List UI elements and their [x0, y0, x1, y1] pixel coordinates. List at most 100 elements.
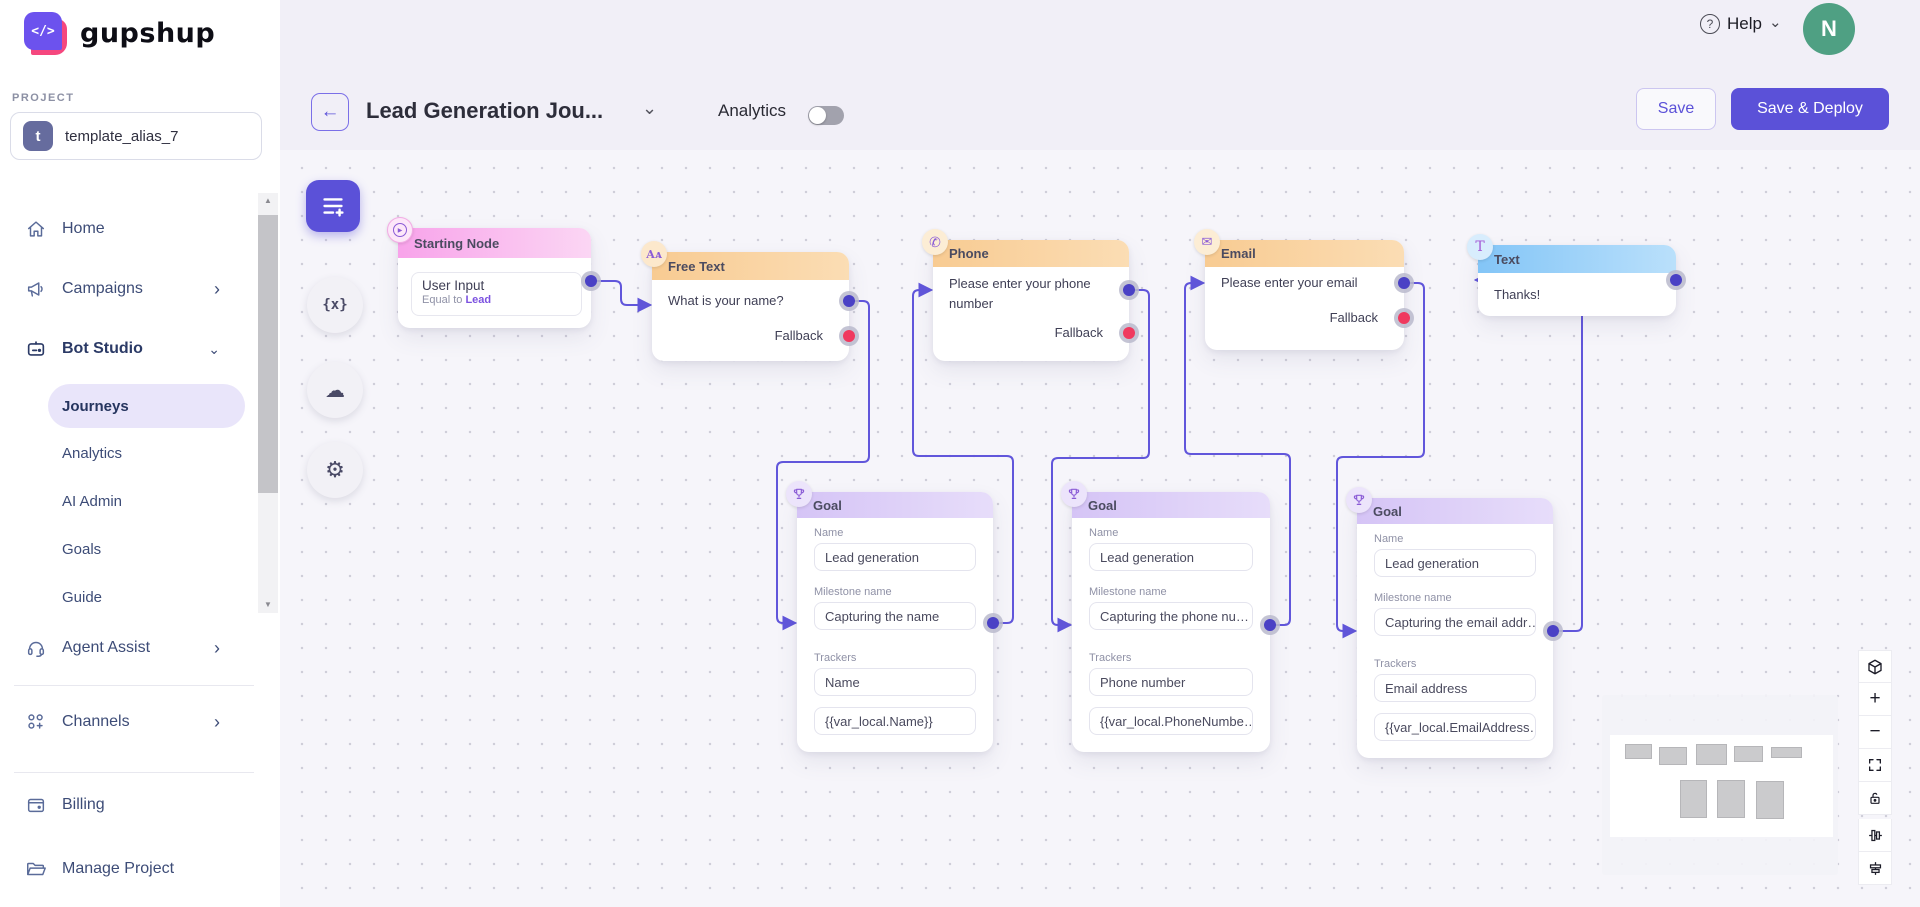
sidebar-divider: [14, 772, 254, 773]
goal-milestone-label: Milestone name: [1089, 586, 1167, 598]
title-dropdown-chevron-icon[interactable]: ⌄: [642, 98, 657, 119]
layout-horizontal-button[interactable]: [1858, 819, 1892, 852]
home-icon: [24, 217, 48, 241]
node-goal-2[interactable]: Goal Name Lead generation Milestone name…: [1061, 481, 1276, 752]
sidebar-item-manage-project[interactable]: Manage Project: [0, 847, 258, 891]
zoom-out-button[interactable]: −: [1858, 716, 1892, 749]
sidebar-item-channels[interactable]: Channels ›: [0, 700, 258, 744]
goal-tracker-input[interactable]: Name: [814, 668, 976, 696]
layout-vertical-button[interactable]: [1858, 852, 1892, 885]
output-port[interactable]: [843, 295, 855, 307]
sidebar-item-billing[interactable]: Billing: [0, 783, 258, 827]
help-menu[interactable]: ? Help ⌄: [1700, 14, 1782, 34]
goal-name-input[interactable]: Lead generation: [1374, 549, 1536, 577]
trophy-icon: [1061, 481, 1087, 507]
add-node-menu-button[interactable]: [306, 180, 360, 232]
bot-icon: [24, 337, 48, 361]
output-port[interactable]: [1264, 619, 1276, 631]
fallback-port[interactable]: [843, 330, 855, 342]
output-port[interactable]: [1547, 625, 1559, 637]
sidebar-item-home[interactable]: Home: [0, 207, 258, 251]
minimap-node-rect: [1680, 780, 1707, 818]
goal-name-input[interactable]: Lead generation: [1089, 543, 1253, 571]
condition-value: Lead: [465, 294, 492, 306]
goal-variable-input[interactable]: {{var_local.Name}}: [814, 707, 976, 735]
gupshup-logo[interactable]: </> gupshup: [24, 12, 215, 55]
goal-variable-input[interactable]: {{var_local.EmailAddress…: [1374, 713, 1536, 741]
scrollbar-thumb[interactable]: [258, 215, 278, 493]
sidebar-item-guide[interactable]: Guide: [62, 589, 102, 606]
minimap-node-rect: [1771, 747, 1802, 758]
free-text-icon: Aᴀ: [641, 241, 667, 267]
scroll-up-arrow-icon[interactable]: ▲: [258, 193, 278, 209]
node-phone[interactable]: ✆ Phone Please enter your phone number F…: [922, 229, 1135, 361]
back-button[interactable]: ←: [311, 93, 349, 131]
sidebar-item-campaigns[interactable]: Campaigns ›: [0, 267, 258, 311]
help-icon: ?: [1700, 14, 1720, 34]
app-root: </> gupshup PROJECT t template_alias_7 H…: [0, 0, 1920, 907]
gear-icon: ⚙: [325, 457, 345, 482]
sidebar-scrollbar[interactable]: ▲ ▼: [258, 193, 278, 613]
goal-milestone-input[interactable]: Capturing the email addr…: [1374, 608, 1536, 636]
goal-milestone-input[interactable]: Capturing the name: [814, 602, 976, 630]
goal-milestone-label: Milestone name: [1374, 592, 1452, 604]
settings-button[interactable]: ⚙: [307, 442, 363, 498]
project-avatar: t: [23, 121, 53, 151]
integrations-button[interactable]: ☁: [307, 362, 363, 418]
node-title: Phone: [933, 240, 1129, 267]
sidebar-item-ai-admin[interactable]: AI Admin: [62, 493, 122, 510]
node-starting[interactable]: ▶ Starting Node User Input Equal to Lead: [387, 217, 597, 328]
chevron-right-icon: ›: [214, 279, 220, 299]
sidebar-item-bot-studio[interactable]: Bot Studio ⌄: [0, 327, 258, 371]
goal-variable-input[interactable]: {{var_local.PhoneNumbe…: [1089, 707, 1253, 735]
view-3d-button[interactable]: [1858, 650, 1892, 683]
minimap-node-rect: [1659, 747, 1687, 765]
sidebar-item-goals[interactable]: Goals: [62, 541, 101, 558]
analytics-toggle[interactable]: [808, 106, 844, 125]
goal-name-label: Name: [1374, 533, 1404, 545]
zoom-in-button[interactable]: +: [1858, 683, 1892, 716]
sidebar-item-agent-assist[interactable]: Agent Assist ›: [0, 626, 258, 670]
user-avatar[interactable]: N: [1803, 3, 1855, 55]
chevron-right-icon: ›: [214, 712, 220, 732]
output-port[interactable]: [1123, 284, 1135, 296]
goal-milestone-input[interactable]: Capturing the phone nu…: [1089, 602, 1253, 630]
trophy-icon: [1346, 487, 1372, 513]
play-icon: ▶: [387, 217, 413, 243]
journey-title[interactable]: Lead Generation Jou...: [366, 98, 603, 124]
node-goal-1[interactable]: Goal Name Lead generation Milestone name…: [786, 481, 999, 752]
node-email[interactable]: ✉ Email Please enter your email Fallback: [1194, 229, 1410, 350]
fallback-port[interactable]: [1398, 312, 1410, 324]
goal-tracker-input[interactable]: Phone number: [1089, 668, 1253, 696]
node-message: Please enter your phone number: [949, 276, 1091, 311]
node-text[interactable]: T Text Thanks!: [1467, 234, 1682, 316]
node-title: Text: [1478, 245, 1676, 273]
minimap[interactable]: [1602, 695, 1838, 875]
scroll-down-arrow-icon[interactable]: ▼: [258, 597, 278, 613]
node-goal-3[interactable]: Goal Name Lead generation Milestone name…: [1346, 487, 1559, 758]
starting-condition-box[interactable]: User Input Equal to Lead: [411, 272, 582, 316]
output-port[interactable]: [1398, 277, 1410, 289]
fit-view-button[interactable]: [1858, 749, 1892, 782]
fallback-label: Fallback: [774, 328, 823, 343]
sidebar-item-label: Agent Assist: [62, 639, 151, 656]
node-free-text[interactable]: Aᴀ Free Text What is your name? Fallback: [641, 241, 855, 361]
sidebar-item-journeys-label[interactable]: Journeys: [62, 398, 129, 415]
variables-button[interactable]: {x}: [307, 277, 363, 333]
distribute-vertical-icon: [1869, 861, 1881, 875]
goal-name-input[interactable]: Lead generation: [814, 543, 976, 571]
flow-canvas[interactable]: ▶ Starting Node User Input Equal to Lead…: [280, 150, 1920, 907]
lock-button[interactable]: [1858, 782, 1892, 815]
output-port[interactable]: [987, 617, 999, 629]
node-title: Goal: [797, 492, 993, 518]
chevron-down-icon: ⌄: [1768, 14, 1782, 31]
goal-tracker-input[interactable]: Email address: [1374, 674, 1536, 702]
sidebar-item-analytics[interactable]: Analytics: [62, 445, 122, 462]
folder-icon: [24, 857, 48, 881]
fallback-port[interactable]: [1123, 327, 1135, 339]
output-port[interactable]: [585, 275, 597, 287]
project-selector[interactable]: t template_alias_7: [10, 112, 262, 160]
output-port[interactable]: [1670, 274, 1682, 286]
save-deploy-button[interactable]: Save & Deploy: [1731, 88, 1889, 130]
save-button[interactable]: Save: [1636, 88, 1716, 130]
